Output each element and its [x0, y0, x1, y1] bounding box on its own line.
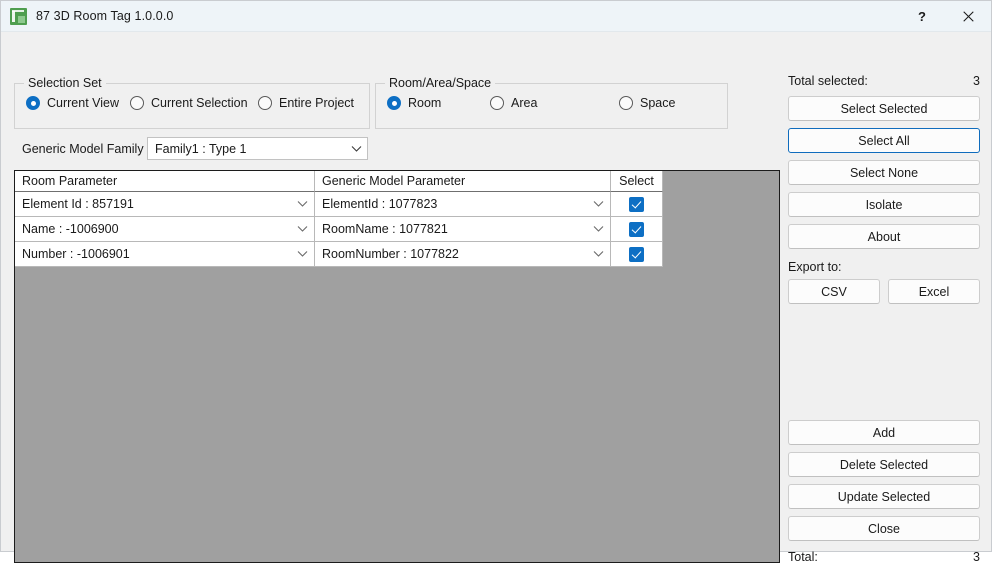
radio-current-selection[interactable]: Current Selection	[130, 96, 248, 110]
close-button[interactable]: Close	[788, 516, 980, 541]
chevron-down-icon[interactable]	[291, 225, 313, 233]
radio-area[interactable]: Area	[490, 96, 537, 110]
cell-select[interactable]	[611, 192, 663, 217]
generic-model-family-select[interactable]: Family1 : Type 1	[147, 137, 368, 160]
right-command-panel: Total selected: 3 Select Selected Select…	[788, 72, 980, 304]
about-button[interactable]: About	[788, 224, 980, 249]
row-select-checkbox[interactable]	[629, 247, 644, 262]
radio-current-view[interactable]: Current View	[26, 96, 119, 110]
export-buttons-row: CSV Excel	[788, 274, 980, 304]
radio-current-view-label: Current View	[47, 96, 119, 110]
select-none-button[interactable]: Select None	[788, 160, 980, 185]
cell-room-parameter[interactable]: Name : -1006900	[15, 217, 315, 242]
app-logo-icon	[10, 8, 27, 25]
room-area-space-group: Room/Area/Space Room Area Space	[375, 83, 728, 129]
generic-model-family-label: Generic Model Family	[22, 142, 144, 156]
chevron-down-icon	[345, 145, 367, 153]
cell-generic-model-parameter-value: RoomNumber : 1077822	[316, 247, 587, 261]
delete-selected-button[interactable]: Delete Selected	[788, 452, 980, 477]
radio-entire-project[interactable]: Entire Project	[258, 96, 354, 110]
radio-space-indicator	[619, 96, 633, 110]
dialog-window: 87 3D Room Tag 1.0.0.0 ? Selection Set C…	[0, 0, 992, 552]
table-row[interactable]: Element Id : 857191 ElementId : 1077823	[15, 192, 663, 217]
cell-generic-model-parameter[interactable]: ElementId : 1077823	[315, 192, 611, 217]
radio-space-label: Space	[640, 96, 675, 110]
chevron-down-icon[interactable]	[291, 250, 313, 258]
cell-select[interactable]	[611, 242, 663, 267]
dialog-body: Selection Set Current View Current Selec…	[1, 32, 991, 551]
column-header-generic-model-parameter[interactable]: Generic Model Parameter	[315, 171, 611, 192]
cell-generic-model-parameter-value: RoomName : 1077821	[316, 222, 587, 236]
cell-generic-model-parameter[interactable]: RoomName : 1077821	[315, 217, 611, 242]
selection-set-group: Selection Set Current View Current Selec…	[14, 83, 370, 129]
table-row[interactable]: Number : -1006901 RoomNumber : 1077822	[15, 242, 663, 267]
close-icon[interactable]	[945, 1, 991, 32]
column-header-room-parameter[interactable]: Room Parameter	[15, 171, 315, 192]
radio-area-label: Area	[511, 96, 537, 110]
radio-entire-project-label: Entire Project	[279, 96, 354, 110]
update-selected-button[interactable]: Update Selected	[788, 484, 980, 509]
row-select-checkbox[interactable]	[629, 197, 644, 212]
chevron-down-icon[interactable]	[587, 225, 609, 233]
radio-room-indicator	[387, 96, 401, 110]
add-button[interactable]: Add	[788, 420, 980, 445]
help-button[interactable]: ?	[899, 1, 945, 32]
table-row[interactable]: Name : -1006900 RoomName : 1077821	[15, 217, 663, 242]
radio-area-indicator	[490, 96, 504, 110]
cell-room-parameter[interactable]: Element Id : 857191	[15, 192, 315, 217]
room-area-space-legend: Room/Area/Space	[385, 76, 495, 90]
chevron-down-icon[interactable]	[291, 200, 313, 208]
total-value: 3	[973, 550, 980, 564]
selection-set-legend: Selection Set	[24, 76, 106, 90]
isolate-button[interactable]: Isolate	[788, 192, 980, 217]
select-all-button[interactable]: Select All	[788, 128, 980, 153]
title-bar: 87 3D Room Tag 1.0.0.0 ?	[1, 1, 991, 32]
parameter-mapping-table: Room Parameter Generic Model Parameter S…	[15, 171, 663, 267]
table-header-row: Room Parameter Generic Model Parameter S…	[15, 171, 663, 192]
radio-room-label: Room	[408, 96, 441, 110]
cell-room-parameter-value: Number : -1006901	[16, 247, 291, 261]
total-label: Total:	[788, 550, 818, 564]
generic-model-family-value: Family1 : Type 1	[148, 142, 345, 156]
total-row: Total: 3	[788, 550, 980, 564]
select-selected-button[interactable]: Select Selected	[788, 96, 980, 121]
total-selected-row: Total selected: 3	[788, 72, 980, 89]
column-header-select[interactable]: Select	[611, 171, 663, 192]
cell-generic-model-parameter[interactable]: RoomNumber : 1077822	[315, 242, 611, 267]
window-title: 87 3D Room Tag 1.0.0.0	[36, 9, 173, 23]
cell-room-parameter[interactable]: Number : -1006901	[15, 242, 315, 267]
export-to-label: Export to:	[788, 260, 980, 274]
radio-current-view-indicator	[26, 96, 40, 110]
right-action-panel: Add Delete Selected Update Selected Clos…	[788, 413, 980, 564]
caption-buttons: ?	[899, 1, 991, 32]
export-excel-button[interactable]: Excel	[888, 279, 980, 304]
cell-select[interactable]	[611, 217, 663, 242]
radio-entire-project-indicator	[258, 96, 272, 110]
total-selected-label: Total selected:	[788, 74, 868, 88]
cell-generic-model-parameter-value: ElementId : 1077823	[316, 197, 587, 211]
radio-current-selection-indicator	[130, 96, 144, 110]
export-csv-button[interactable]: CSV	[788, 279, 880, 304]
total-selected-value: 3	[973, 74, 980, 88]
row-select-checkbox[interactable]	[629, 222, 644, 237]
parameter-mapping-grid[interactable]: Room Parameter Generic Model Parameter S…	[14, 170, 780, 563]
radio-room[interactable]: Room	[387, 96, 441, 110]
chevron-down-icon[interactable]	[587, 200, 609, 208]
cell-room-parameter-value: Name : -1006900	[16, 222, 291, 236]
chevron-down-icon[interactable]	[587, 250, 609, 258]
cell-room-parameter-value: Element Id : 857191	[16, 197, 291, 211]
radio-space[interactable]: Space	[619, 96, 675, 110]
radio-current-selection-label: Current Selection	[151, 96, 248, 110]
